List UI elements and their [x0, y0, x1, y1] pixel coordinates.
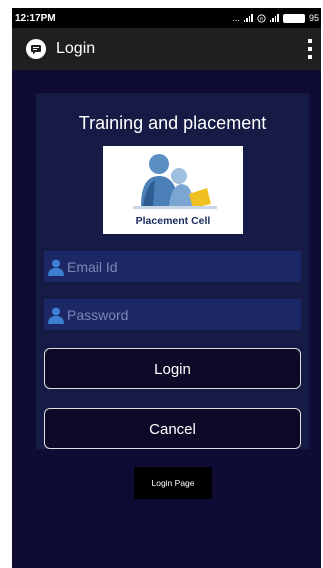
placement-cell-logo: Placement Cell [103, 146, 243, 234]
signal-icon [243, 14, 253, 22]
chat-icon [26, 39, 46, 59]
page-label-badge: Login Page [134, 467, 212, 499]
password-input[interactable] [65, 299, 301, 330]
phone-screen: 12:17PM ... R 95 Login Training and plac… [12, 8, 321, 568]
login-button[interactable]: Login [44, 348, 301, 389]
email-input[interactable] [65, 251, 301, 282]
status-bar: 12:17PM ... R 95 [12, 8, 321, 28]
battery-icon [282, 13, 305, 23]
battery-level: 95 [308, 13, 319, 23]
email-field[interactable] [44, 251, 301, 282]
app-bar: Login [12, 28, 321, 70]
registered-icon: R [257, 13, 266, 23]
overflow-menu-icon[interactable] [307, 39, 313, 59]
logo-illustration-icon [133, 154, 217, 209]
status-time: 12:17PM [15, 12, 56, 24]
logo-caption: Placement Cell [135, 215, 211, 227]
login-card: Training and placement Placement Cell Lo… [36, 93, 309, 449]
app-title: Login [56, 40, 96, 57]
status-dots: ... [232, 13, 240, 23]
page-heading: Training and placement [78, 113, 267, 133]
user-icon [48, 307, 64, 324]
svg-text:R: R [260, 16, 264, 21]
cancel-button[interactable]: Cancel [44, 408, 301, 449]
status-icons: ... R 95 [232, 13, 321, 23]
password-field[interactable] [44, 299, 301, 330]
user-icon [48, 259, 64, 276]
signal-icon-2 [269, 14, 279, 22]
